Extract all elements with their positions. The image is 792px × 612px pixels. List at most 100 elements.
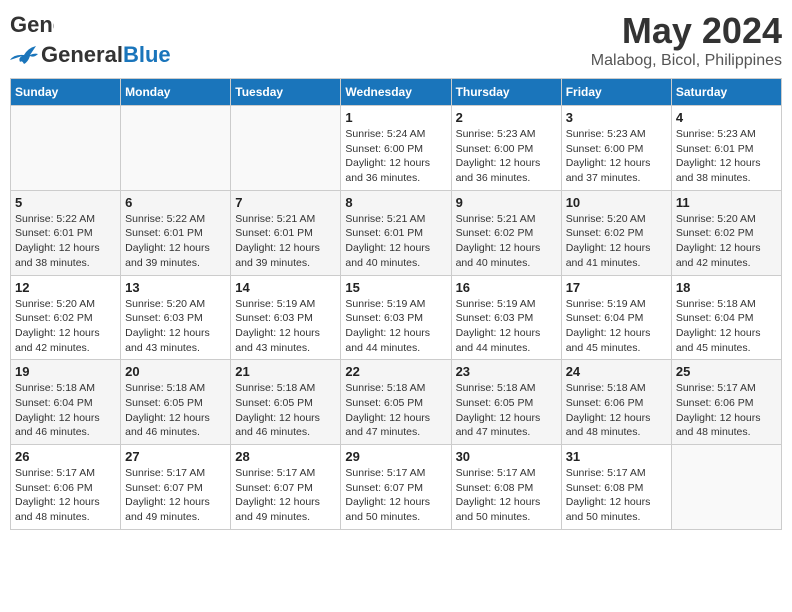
- day-info: Sunrise: 5:19 AMSunset: 6:03 PMDaylight:…: [235, 297, 336, 356]
- day-number: 14: [235, 280, 336, 295]
- calendar-header-row: SundayMondayTuesdayWednesdayThursdayFrid…: [11, 79, 782, 106]
- day-number: 20: [125, 364, 226, 379]
- day-number: 13: [125, 280, 226, 295]
- calendar-header-friday: Friday: [561, 79, 671, 106]
- calendar-cell: 26 Sunrise: 5:17 AMSunset: 6:06 PMDayligh…: [11, 445, 121, 530]
- day-info: Sunrise: 5:21 AMSunset: 6:02 PMDaylight:…: [456, 212, 557, 271]
- calendar-cell: 19 Sunrise: 5:18 AMSunset: 6:04 PMDayligh…: [11, 360, 121, 445]
- day-info: Sunrise: 5:20 AMSunset: 6:02 PMDaylight:…: [676, 212, 777, 271]
- day-number: 7: [235, 195, 336, 210]
- day-number: 29: [345, 449, 446, 464]
- day-info: Sunrise: 5:22 AMSunset: 6:01 PMDaylight:…: [125, 212, 226, 271]
- calendar-cell: 25 Sunrise: 5:17 AMSunset: 6:06 PMDayligh…: [671, 360, 781, 445]
- calendar-cell: 5 Sunrise: 5:22 AMSunset: 6:01 PMDaylight…: [11, 190, 121, 275]
- day-number: 19: [15, 364, 116, 379]
- day-number: 10: [566, 195, 667, 210]
- title-area: May 2024 Malabog, Bicol, Philippines: [591, 10, 782, 70]
- day-info: Sunrise: 5:23 AMSunset: 6:00 PMDaylight:…: [456, 127, 557, 186]
- calendar-cell: 7 Sunrise: 5:21 AMSunset: 6:01 PMDaylight…: [231, 190, 341, 275]
- day-number: 23: [456, 364, 557, 379]
- day-info: Sunrise: 5:20 AMSunset: 6:02 PMDaylight:…: [15, 297, 116, 356]
- day-number: 2: [456, 110, 557, 125]
- day-number: 1: [345, 110, 446, 125]
- day-info: Sunrise: 5:24 AMSunset: 6:00 PMDaylight:…: [345, 127, 446, 186]
- calendar-cell: 17 Sunrise: 5:19 AMSunset: 6:04 PMDayligh…: [561, 275, 671, 360]
- day-number: 5: [15, 195, 116, 210]
- calendar-week-row: 1 Sunrise: 5:24 AMSunset: 6:00 PMDaylight…: [11, 106, 782, 191]
- calendar-cell: 6Sunrise: 5:22 AMSunset: 6:01 PMDaylight…: [121, 190, 231, 275]
- bird-icon: [10, 44, 38, 66]
- calendar-cell: 1 Sunrise: 5:24 AMSunset: 6:00 PMDaylight…: [341, 106, 451, 191]
- day-number: 31: [566, 449, 667, 464]
- calendar-cell: 13Sunrise: 5:20 AMSunset: 6:03 PMDayligh…: [121, 275, 231, 360]
- day-info: Sunrise: 5:18 AMSunset: 6:05 PMDaylight:…: [456, 381, 557, 440]
- calendar-cell: 10Sunrise: 5:20 AMSunset: 6:02 PMDayligh…: [561, 190, 671, 275]
- day-number: 17: [566, 280, 667, 295]
- logo-blue: Blue: [123, 42, 171, 68]
- calendar-cell: 14 Sunrise: 5:19 AMSunset: 6:03 PMDayligh…: [231, 275, 341, 360]
- day-number: 12: [15, 280, 116, 295]
- day-number: 26: [15, 449, 116, 464]
- calendar-cell: 21Sunrise: 5:18 AMSunset: 6:05 PMDayligh…: [231, 360, 341, 445]
- calendar-cell: [671, 445, 781, 530]
- calendar-header-thursday: Thursday: [451, 79, 561, 106]
- calendar-cell: 27Sunrise: 5:17 AMSunset: 6:07 PMDayligh…: [121, 445, 231, 530]
- calendar-header-tuesday: Tuesday: [231, 79, 341, 106]
- calendar-cell: 23 Sunrise: 5:18 AMSunset: 6:05 PMDayligh…: [451, 360, 561, 445]
- calendar-cell: [121, 106, 231, 191]
- logo-icon: General: [10, 10, 54, 42]
- day-number: 16: [456, 280, 557, 295]
- day-number: 24: [566, 364, 667, 379]
- calendar-cell: 11 Sunrise: 5:20 AMSunset: 6:02 PMDayligh…: [671, 190, 781, 275]
- calendar-cell: 16 Sunrise: 5:19 AMSunset: 6:03 PMDayligh…: [451, 275, 561, 360]
- calendar-cell: 18Sunrise: 5:18 AMSunset: 6:04 PMDayligh…: [671, 275, 781, 360]
- calendar-week-row: 19 Sunrise: 5:18 AMSunset: 6:04 PMDayligh…: [11, 360, 782, 445]
- day-info: Sunrise: 5:18 AMSunset: 6:04 PMDaylight:…: [676, 297, 777, 356]
- day-info: Sunrise: 5:17 AMSunset: 6:06 PMDaylight:…: [15, 466, 116, 525]
- day-info: Sunrise: 5:18 AMSunset: 6:05 PMDaylight:…: [125, 381, 226, 440]
- calendar-cell: 4 Sunrise: 5:23 AMSunset: 6:01 PMDaylight…: [671, 106, 781, 191]
- calendar-week-row: 12 Sunrise: 5:20 AMSunset: 6:02 PMDayligh…: [11, 275, 782, 360]
- day-info: Sunrise: 5:17 AMSunset: 6:08 PMDaylight:…: [566, 466, 667, 525]
- day-info: Sunrise: 5:18 AMSunset: 6:04 PMDaylight:…: [15, 381, 116, 440]
- day-number: 4: [676, 110, 777, 125]
- calendar-cell: 12 Sunrise: 5:20 AMSunset: 6:02 PMDayligh…: [11, 275, 121, 360]
- day-number: 3: [566, 110, 667, 125]
- day-info: Sunrise: 5:17 AMSunset: 6:07 PMDaylight:…: [345, 466, 446, 525]
- logo-general: General: [41, 42, 123, 68]
- day-info: Sunrise: 5:19 AMSunset: 6:04 PMDaylight:…: [566, 297, 667, 356]
- day-info: Sunrise: 5:22 AMSunset: 6:01 PMDaylight:…: [15, 212, 116, 271]
- calendar-cell: 2 Sunrise: 5:23 AMSunset: 6:00 PMDaylight…: [451, 106, 561, 191]
- calendar-cell: 3 Sunrise: 5:23 AMSunset: 6:00 PMDaylight…: [561, 106, 671, 191]
- calendar-cell: 31 Sunrise: 5:17 AMSunset: 6:08 PMDayligh…: [561, 445, 671, 530]
- day-number: 22: [345, 364, 446, 379]
- day-info: Sunrise: 5:17 AMSunset: 6:07 PMDaylight:…: [125, 466, 226, 525]
- logo: General GeneralBlue: [10, 10, 171, 68]
- svg-text:General: General: [10, 12, 54, 37]
- day-info: Sunrise: 5:21 AMSunset: 6:01 PMDaylight:…: [235, 212, 336, 271]
- calendar-header-monday: Monday: [121, 79, 231, 106]
- calendar-cell: 8 Sunrise: 5:21 AMSunset: 6:01 PMDaylight…: [341, 190, 451, 275]
- calendar-cell: 20 Sunrise: 5:18 AMSunset: 6:05 PMDayligh…: [121, 360, 231, 445]
- calendar-cell: [231, 106, 341, 191]
- day-number: 25: [676, 364, 777, 379]
- day-number: 11: [676, 195, 777, 210]
- calendar-cell: 28Sunrise: 5:17 AMSunset: 6:07 PMDayligh…: [231, 445, 341, 530]
- day-info: Sunrise: 5:19 AMSunset: 6:03 PMDaylight:…: [456, 297, 557, 356]
- day-number: 8: [345, 195, 446, 210]
- day-info: Sunrise: 5:18 AMSunset: 6:06 PMDaylight:…: [566, 381, 667, 440]
- calendar-cell: 30Sunrise: 5:17 AMSunset: 6:08 PMDayligh…: [451, 445, 561, 530]
- day-number: 9: [456, 195, 557, 210]
- day-info: Sunrise: 5:17 AMSunset: 6:06 PMDaylight:…: [676, 381, 777, 440]
- calendar-cell: 24 Sunrise: 5:18 AMSunset: 6:06 PMDayligh…: [561, 360, 671, 445]
- calendar-header-saturday: Saturday: [671, 79, 781, 106]
- calendar-cell: 22Sunrise: 5:18 AMSunset: 6:05 PMDayligh…: [341, 360, 451, 445]
- calendar-table: SundayMondayTuesdayWednesdayThursdayFrid…: [10, 78, 782, 530]
- day-info: Sunrise: 5:23 AMSunset: 6:01 PMDaylight:…: [676, 127, 777, 186]
- day-number: 21: [235, 364, 336, 379]
- calendar-week-row: 5 Sunrise: 5:22 AMSunset: 6:01 PMDaylight…: [11, 190, 782, 275]
- day-info: Sunrise: 5:21 AMSunset: 6:01 PMDaylight:…: [345, 212, 446, 271]
- calendar-cell: [11, 106, 121, 191]
- day-info: Sunrise: 5:23 AMSunset: 6:00 PMDaylight:…: [566, 127, 667, 186]
- calendar-week-row: 26 Sunrise: 5:17 AMSunset: 6:06 PMDayligh…: [11, 445, 782, 530]
